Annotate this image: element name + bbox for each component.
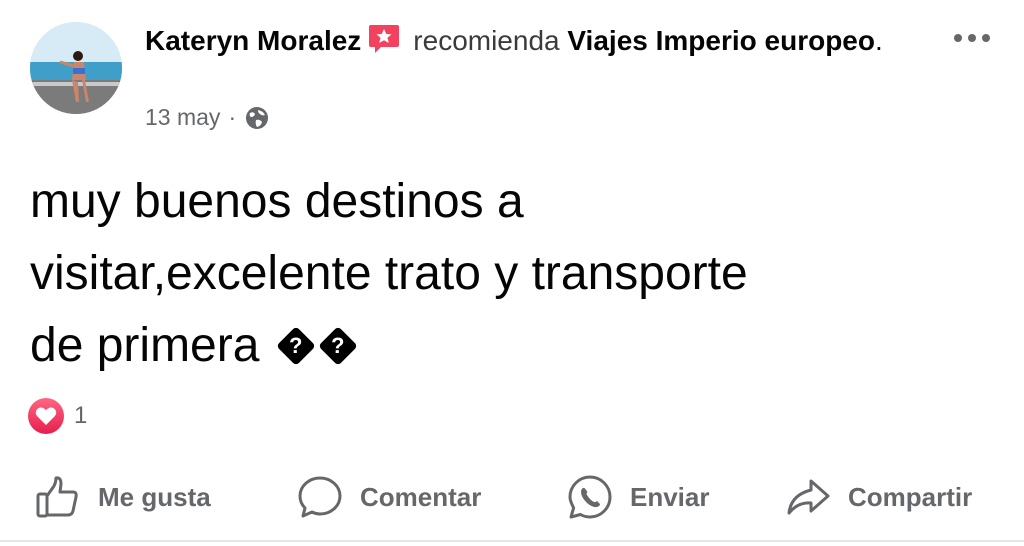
author-avatar[interactable] <box>30 22 122 114</box>
action-bar: Me gusta Comentar Enviar Compartir <box>0 466 1024 528</box>
thumbs-up-icon <box>36 476 78 518</box>
more-dot-icon <box>954 34 962 42</box>
share-button[interactable]: Compartir <box>784 473 972 521</box>
page-suffix: . <box>874 25 883 56</box>
author-name[interactable]: Kateryn Moralez <box>145 25 361 56</box>
page-name-link[interactable]: Viajes Imperio europeo <box>567 25 875 56</box>
more-options-button[interactable] <box>954 34 990 42</box>
post-body-line-last: de primera <box>30 310 990 382</box>
post-body-line: muy buenos destinos a <box>30 175 524 228</box>
unknown-emoji-icon <box>277 327 315 365</box>
comment-button[interactable]: Comentar <box>296 473 481 521</box>
heart-icon <box>28 398 64 434</box>
reaction-count: 1 <box>74 402 88 429</box>
recommend-text: recomienda <box>413 25 560 56</box>
reactions-summary[interactable]: 1 <box>28 398 87 434</box>
unknown-emoji-icon <box>319 327 357 365</box>
post-date[interactable]: 13 may <box>145 104 220 131</box>
post-body-line: de primera <box>30 319 260 372</box>
avatar-photo <box>30 22 122 114</box>
divider <box>0 540 1024 542</box>
recommend-star-icon <box>367 22 401 66</box>
send-button[interactable]: Enviar <box>566 473 710 521</box>
more-dot-icon <box>982 34 990 42</box>
share-label: Compartir <box>848 481 973 512</box>
meta-separator: · <box>228 104 237 130</box>
post-body: muy buenos destinos a visitar,excelente … <box>30 166 990 382</box>
post-meta: 13 may · <box>145 104 270 131</box>
send-label: Enviar <box>630 481 710 512</box>
comment-label: Comentar <box>360 481 482 512</box>
post-body-line: visitar,excelente trato y transporte <box>30 247 748 300</box>
like-label: Me gusta <box>98 481 211 512</box>
whatsapp-icon <box>568 475 612 519</box>
comment-bubble-icon <box>298 476 342 518</box>
like-button[interactable]: Me gusta <box>34 473 211 521</box>
post-header: Kateryn Moralez recomienda Viajes Imperio… <box>145 22 905 66</box>
share-arrow-icon <box>787 479 830 515</box>
more-dot-icon <box>968 34 976 42</box>
globe-icon <box>244 105 270 131</box>
post-card: Kateryn Moralez recomienda Viajes Imperio… <box>0 0 1024 546</box>
